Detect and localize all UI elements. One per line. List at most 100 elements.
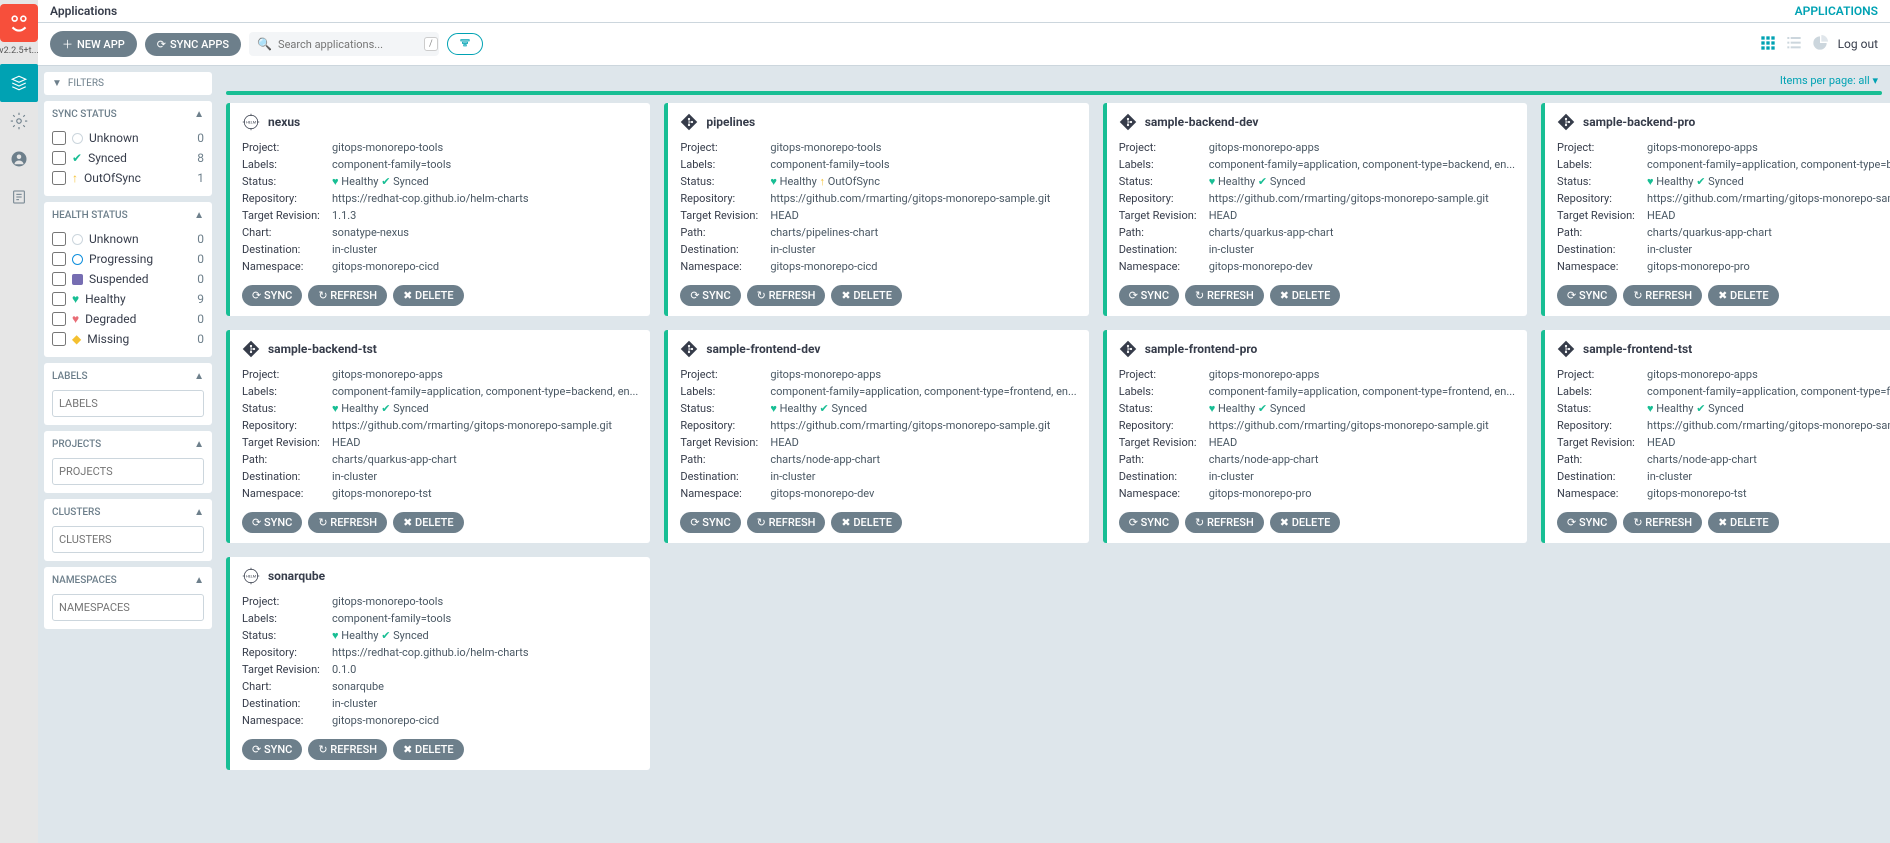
field-label: Namespace: — [242, 714, 332, 727]
filter-row[interactable]: ◆ Missing 0 — [52, 329, 204, 349]
projects-input[interactable] — [52, 458, 204, 485]
view-tiles-icon[interactable] — [1760, 35, 1776, 54]
refresh-button[interactable]: ↻ REFRESH — [1623, 285, 1702, 306]
field-value: HEAD — [770, 436, 1076, 449]
field-label: Target Revision: — [1119, 436, 1209, 449]
filter-checkbox[interactable] — [52, 332, 66, 346]
refresh-button[interactable]: ↻ REFRESH — [308, 739, 387, 760]
clusters-input[interactable] — [52, 526, 204, 553]
delete-button[interactable]: ✖ DELETE — [831, 285, 902, 306]
delete-button[interactable]: ✖ DELETE — [1708, 512, 1779, 533]
delete-button[interactable]: ✖ DELETE — [393, 512, 464, 533]
sync-button[interactable]: ⟳ SYNC — [1557, 512, 1617, 533]
field-value: in-cluster — [770, 243, 1076, 256]
sync-button[interactable]: ⟳ SYNC — [1119, 285, 1179, 306]
nav-applications-icon[interactable] — [0, 64, 38, 102]
field-value: gitops-monorepo-tools — [332, 141, 638, 154]
filter-row[interactable]: ✔ Synced 8 — [52, 148, 204, 168]
delete-button[interactable]: ✖ DELETE — [1270, 285, 1341, 306]
chevron-up-icon[interactable]: ▲ — [194, 507, 204, 518]
new-app-button[interactable]: ＋ NEW APP — [50, 31, 137, 57]
breadcrumb-link[interactable]: APPLICATIONS — [1795, 4, 1878, 18]
refresh-button[interactable]: ↻ REFRESH — [747, 512, 826, 533]
chevron-up-icon[interactable]: ▲ — [194, 210, 204, 221]
delete-button[interactable]: ✖ DELETE — [831, 512, 902, 533]
field-value: gitops-monorepo-tst — [332, 487, 638, 500]
filter-checkbox[interactable] — [52, 272, 66, 286]
filter-checkbox[interactable] — [52, 171, 66, 185]
filter-checkbox[interactable] — [52, 252, 66, 266]
filter-row[interactable]: Unknown 0 — [52, 128, 204, 148]
field-value: gitops-monorepo-cicd — [332, 714, 638, 727]
chevron-up-icon[interactable]: ▲ — [194, 371, 204, 382]
labels-input[interactable] — [52, 390, 204, 417]
filter-checkbox[interactable] — [52, 151, 66, 165]
sync-button[interactable]: ⟳ SYNC — [242, 512, 302, 533]
sync-button[interactable]: ⟳ SYNC — [242, 739, 302, 760]
view-pie-icon[interactable] — [1812, 35, 1828, 54]
filter-checkbox[interactable] — [52, 131, 66, 145]
field-value: gitops-monorepo-tools — [332, 595, 638, 608]
field-value: charts/node-app-chart — [770, 453, 1076, 466]
filter-row[interactable]: ↑ OutOfSync 1 — [52, 168, 204, 188]
search-input[interactable] — [278, 38, 418, 51]
filter-row[interactable]: Unknown 0 — [52, 229, 204, 249]
chevron-up-icon[interactable]: ▲ — [194, 575, 204, 586]
sync-button[interactable]: ⟳ SYNC — [1119, 512, 1179, 533]
app-card[interactable]: sample-frontend-tst Project:gitops-monor… — [1541, 330, 1890, 543]
health-icon: ♥ — [332, 402, 339, 415]
nav-user-icon[interactable] — [0, 140, 38, 178]
sync-button[interactable]: ⟳ SYNC — [1557, 285, 1617, 306]
sync-button[interactable]: ⟳ SYNC — [242, 285, 302, 306]
refresh-button[interactable]: ↻ REFRESH — [1185, 285, 1264, 306]
refresh-button[interactable]: ↻ REFRESH — [1185, 512, 1264, 533]
items-per-page[interactable]: Items per page: all ▾ — [226, 74, 1882, 87]
sync-apps-button[interactable]: ⟳ SYNC APPS — [145, 33, 241, 56]
filter-row[interactable]: Suspended 0 — [52, 269, 204, 289]
svg-text:HELM: HELM — [246, 575, 256, 579]
app-card[interactable]: pipelines Project:gitops-monorepo-toolsL… — [664, 103, 1088, 316]
filter-row[interactable]: ♥ Healthy 9 — [52, 289, 204, 309]
app-type-icon — [680, 340, 698, 358]
sync-button[interactable]: ⟳ SYNC — [680, 512, 740, 533]
status-icon — [72, 274, 83, 285]
app-card[interactable]: sample-backend-tst Project:gitops-monore… — [226, 330, 650, 543]
app-name: sonarqube — [268, 569, 325, 583]
refresh-button[interactable]: ↻ REFRESH — [308, 512, 387, 533]
refresh-button[interactable]: ↻ REFRESH — [747, 285, 826, 306]
app-card[interactable]: sample-frontend-dev Project:gitops-monor… — [664, 330, 1088, 543]
chevron-up-icon[interactable]: ▲ — [194, 439, 204, 450]
filter-checkbox[interactable] — [52, 292, 66, 306]
namespaces-input[interactable] — [52, 594, 204, 621]
app-card[interactable]: sample-backend-dev Project:gitops-monore… — [1103, 103, 1527, 316]
app-card[interactable]: HELM nexus Project:gitops-monorepo-tools… — [226, 103, 650, 316]
delete-button[interactable]: ✖ DELETE — [393, 739, 464, 760]
filter-checkbox[interactable] — [52, 312, 66, 326]
field-label: Status: — [1119, 402, 1209, 415]
nav-settings-icon[interactable] — [0, 102, 38, 140]
app-card[interactable]: sample-backend-pro Project:gitops-monore… — [1541, 103, 1890, 316]
refresh-button[interactable]: ↻ REFRESH — [308, 285, 387, 306]
delete-button[interactable]: ✖ DELETE — [1270, 512, 1341, 533]
status-icon — [72, 234, 83, 245]
field-value: in-cluster — [1647, 470, 1890, 483]
filter-checkbox[interactable] — [52, 232, 66, 246]
field-label: Labels: — [1557, 385, 1647, 398]
app-card[interactable]: sample-frontend-pro Project:gitops-monor… — [1103, 330, 1527, 543]
field-label: Status: — [680, 402, 770, 415]
logout-link[interactable]: Log out — [1838, 37, 1878, 51]
filter-label: Progressing — [89, 252, 153, 266]
app-card[interactable]: HELM sonarqube Project:gitops-monorepo-t… — [226, 557, 650, 770]
sync-button[interactable]: ⟳ SYNC — [680, 285, 740, 306]
delete-button[interactable]: ✖ DELETE — [393, 285, 464, 306]
filter-row[interactable]: Progressing 0 — [52, 249, 204, 269]
filter-row[interactable]: ♥ Degraded 0 — [52, 309, 204, 329]
chevron-up-icon[interactable]: ▲ — [194, 109, 204, 120]
refresh-button[interactable]: ↻ REFRESH — [1623, 512, 1702, 533]
delete-button[interactable]: ✖ DELETE — [1708, 285, 1779, 306]
view-list-icon[interactable] — [1786, 35, 1802, 54]
filter-pill[interactable] — [447, 33, 483, 55]
nav-docs-icon[interactable] — [0, 178, 38, 216]
search-input-wrapper[interactable]: 🔍 / — [249, 32, 439, 56]
field-value: sonarqube — [332, 680, 638, 693]
